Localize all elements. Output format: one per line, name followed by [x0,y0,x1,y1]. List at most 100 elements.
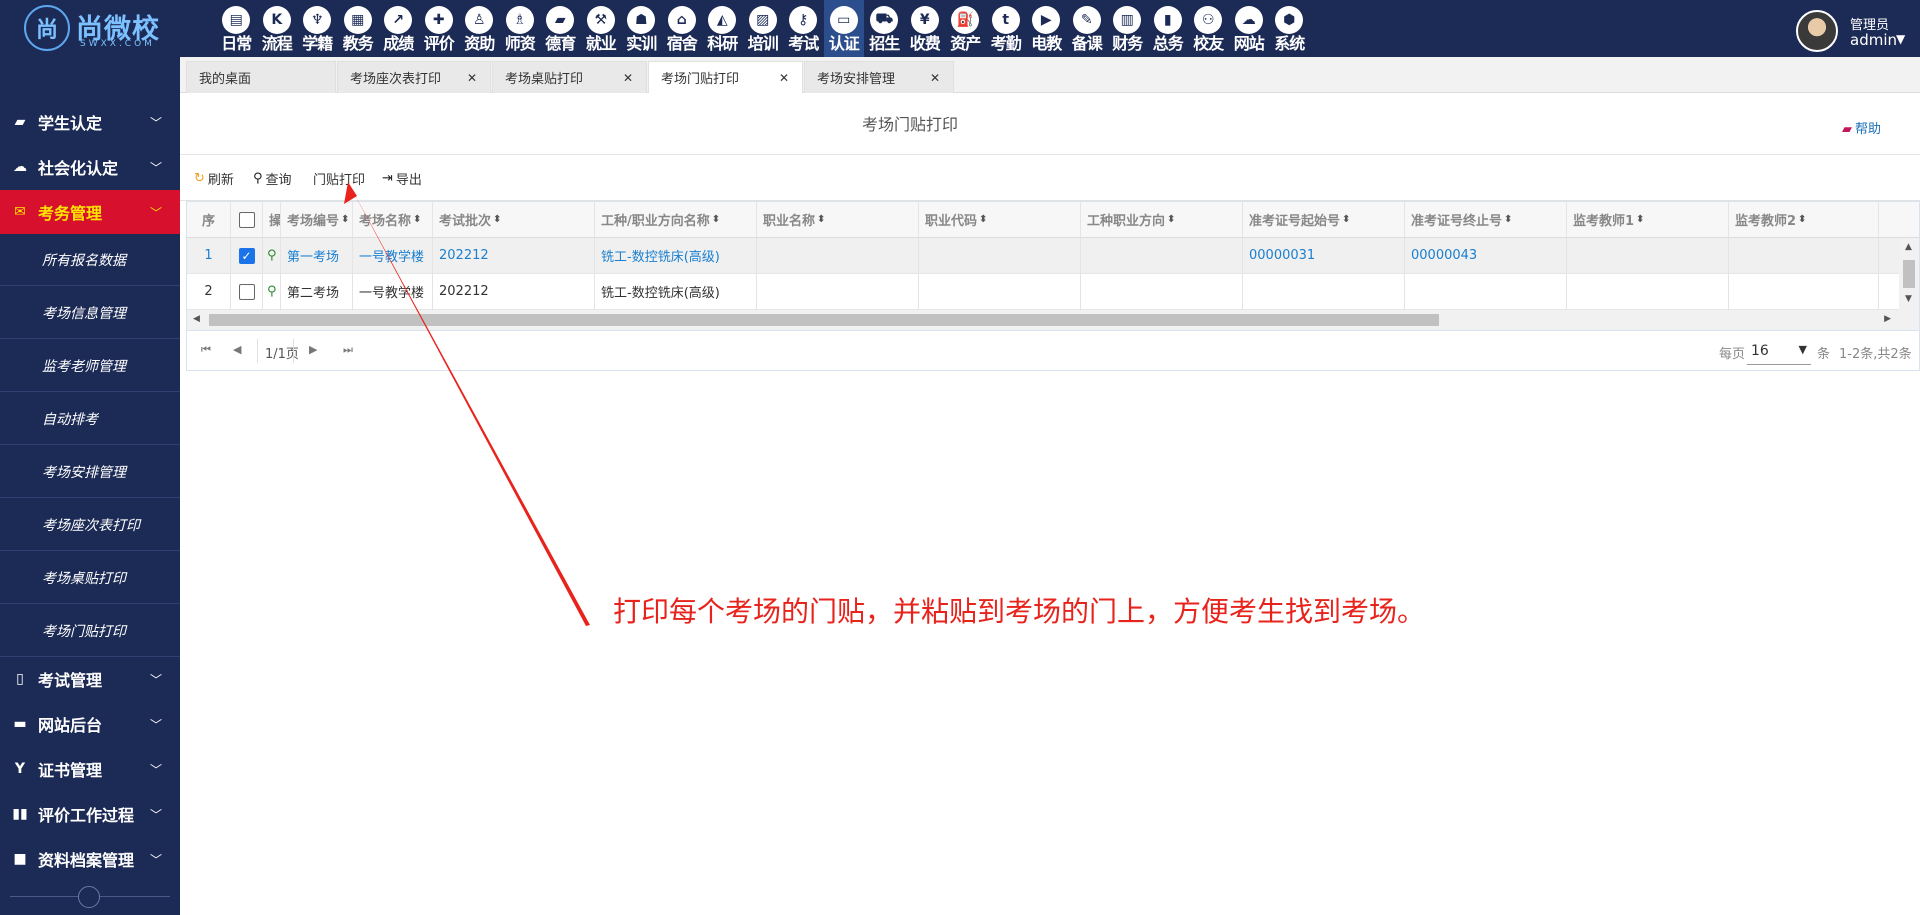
caret-down-icon[interactable]: ▼ [1896,32,1905,46]
tab-4[interactable]: 考场安排管理 ✕ [804,61,954,93]
column-header-13[interactable]: 监考教师2 ⬍ [1729,202,1879,237]
sidebar-subitem-0[interactable]: 所有报名数据 [0,234,180,286]
topnav-item-17[interactable]: ¥ 收费 [905,0,946,57]
topnav-item-5[interactable]: ✚ 评价 [419,0,460,57]
export-button[interactable]: ⇥ 导出 [382,167,422,189]
sidebar-collapse[interactable] [0,880,180,915]
topnav-item-18[interactable]: ⛽ 资产 [945,0,986,57]
sidebar-subitem-6[interactable]: 考场桌贴打印 [0,552,180,604]
sidebar-group-2[interactable]: ✉ 考务管理 ﹀ [0,190,180,234]
topnav-item-24[interactable]: ⚇ 校友 [1188,0,1229,57]
table-row[interactable]: 2 ⚲ 第二考场 一号教学楼 202212 铣工-数控铣床(高级) [187,274,1919,310]
topnav-item-20[interactable]: ▶ 电教 [1026,0,1067,57]
topnav-item-6[interactable]: ♙ 资助 [459,0,500,57]
sidebar-group-bottom-1[interactable]: ▬ 网站后台 ﹀ [0,702,180,746]
sort-icon[interactable]: ⬍ [1167,214,1175,225]
sidebar-subitem-2[interactable]: 监考老师管理 [0,340,180,392]
per-page-select[interactable]: 16 ▼ [1747,337,1811,365]
column-header-7[interactable]: 职业名称 ⬍ [757,202,919,237]
row-checkbox[interactable]: ✓ [238,247,255,264]
column-header-10[interactable]: 准考证号起始号 ⬍ [1243,202,1405,237]
topnav-item-25[interactable]: ☁ 网站 [1229,0,1270,57]
topnav-item-9[interactable]: ⚒ 就业 [581,0,622,57]
sort-icon[interactable]: ⬍ [1798,214,1806,225]
view-search-icon[interactable]: ⚲ [267,248,277,263]
tab-2[interactable]: 考场桌贴打印 ✕ [492,61,647,93]
topnav-item-26[interactable]: ⬢ 系统 [1269,0,1310,57]
sidebar-subitem-3[interactable]: 自动排考 [0,393,180,445]
topnav-item-4[interactable]: ↗ 成绩 [378,0,419,57]
sidebar-group-bottom-4[interactable]: ■ 资料档案管理 ﹀ [0,837,180,881]
topnav-item-19[interactable]: t 考勤 [986,0,1027,57]
user-menu[interactable]: 管理员 admin ▼ [1796,8,1916,52]
scroll-right-icon[interactable]: ▶ [1884,314,1891,324]
sidebar-group-1[interactable]: ☁ 社会化认定 ﹀ [0,145,180,189]
column-header-4[interactable]: 考场名称 ⬍ [353,202,433,237]
row-checkbox[interactable] [238,283,255,300]
collapse-toggle-icon[interactable] [78,886,100,908]
scroll-thumb[interactable] [209,314,1439,326]
tab-1[interactable]: 考场座次表打印 ✕ [337,61,491,93]
sort-icon[interactable]: ⬍ [979,214,987,225]
sidebar-group-0[interactable]: ▰ 学生认定 ﹀ [0,100,180,144]
prev-page-icon[interactable]: ◀ [233,343,241,356]
topnav-item-15[interactable]: ▭ 认证 [823,0,864,57]
tab-3[interactable]: 考场门贴打印 ✕ [648,61,803,93]
refresh-button[interactable]: ↻ 刷新 [194,167,234,189]
sidebar-subitem-7[interactable]: 考场门贴打印 [0,605,180,657]
scroll-down-icon[interactable]: ▼ [1905,294,1912,304]
sort-icon[interactable]: ⬍ [1636,214,1644,225]
sidebar-group-bottom-2[interactable]: Y 证书管理 ﹀ [0,747,180,791]
avatar[interactable] [1796,10,1838,52]
scroll-left-icon[interactable]: ◀ [193,314,200,324]
horizontal-scrollbar[interactable]: ◀ ▶ [187,310,1899,330]
column-header-11[interactable]: 准考证号终止号 ⬍ [1405,202,1567,237]
close-icon[interactable]: ✕ [464,70,480,86]
column-header-5[interactable]: 考试批次 ⬍ [433,202,595,237]
door-print-button[interactable]: 门贴打印 [313,167,365,189]
sidebar-subitem-5[interactable]: 考场座次表打印 [0,499,180,551]
table-row[interactable]: 1 ✓ ⚲ 第一考场 一号教学楼 202212 铣工-数控铣床(高级) 00000031 000… [187,238,1919,274]
last-page-icon[interactable]: ⏭ [343,343,353,357]
topnav-item-22[interactable]: ▥ 财务 [1107,0,1148,57]
scroll-up-icon[interactable]: ▲ [1905,242,1912,252]
topnav-item-23[interactable]: ▮ 总务 [1148,0,1189,57]
first-page-icon[interactable]: ⏮ [201,343,211,357]
close-icon[interactable]: ✕ [927,70,943,86]
help-link[interactable]: ▰ 帮助 [1842,118,1881,137]
topnav-item-21[interactable]: ✎ 备课 [1067,0,1108,57]
topnav-item-12[interactable]: ◭ 科研 [702,0,743,57]
sidebar-group-bottom-0[interactable]: ▯ 考试管理 ﹀ [0,657,180,701]
vertical-scrollbar[interactable]: ▲ ▼ [1899,238,1919,330]
topnav-item-8[interactable]: ▰ 德育 [540,0,581,57]
topnav-item-13[interactable]: ▨ 培训 [743,0,784,57]
sort-icon[interactable]: ⬍ [493,214,501,225]
tab-0[interactable]: 我的桌面 [186,61,336,93]
sort-icon[interactable]: ⬍ [712,214,720,225]
next-page-icon[interactable]: ▶ [309,343,317,356]
topnav-item-3[interactable]: ▦ 教务 [338,0,379,57]
topnav-item-14[interactable]: ⚷ 考试 [783,0,824,57]
sort-icon[interactable]: ⬍ [341,214,349,225]
logo[interactable]: 尚 尚微校 SWXX.COM [24,5,169,51]
sidebar-subitem-1[interactable]: 考场信息管理 [0,287,180,339]
view-search-icon[interactable]: ⚲ [267,284,277,299]
close-icon[interactable]: ✕ [620,70,636,86]
topnav-item-7[interactable]: ♗ 师资 [500,0,541,57]
column-header-9[interactable]: 工种职业方向 ⬍ [1081,202,1243,237]
sidebar-group-bottom-3[interactable]: ▮▮ 评价工作过程 ﹀ [0,792,180,836]
close-icon[interactable]: ✕ [776,70,792,86]
sidebar-subitem-4[interactable]: 考场安排管理 [0,446,180,498]
select-all-checkbox[interactable] [238,211,255,228]
topnav-item-2[interactable]: ♆ 学籍 [297,0,338,57]
column-header-12[interactable]: 监考教师1 ⬍ [1567,202,1729,237]
query-button[interactable]: ⚲ 查询 [253,167,292,189]
sort-icon[interactable]: ⬍ [1504,214,1512,225]
topnav-item-0[interactable]: ▤ 日常 [216,0,257,57]
column-header-6[interactable]: 工种/职业方向名称 ⬍ [595,202,757,237]
sort-icon[interactable]: ⬍ [413,214,421,225]
topnav-item-1[interactable]: K 流程 [257,0,298,57]
column-header-3[interactable]: 考场编号 ⬍ [281,202,353,237]
topnav-item-16[interactable]: ⛟ 招生 [864,0,905,57]
sort-icon[interactable]: ⬍ [1342,214,1350,225]
